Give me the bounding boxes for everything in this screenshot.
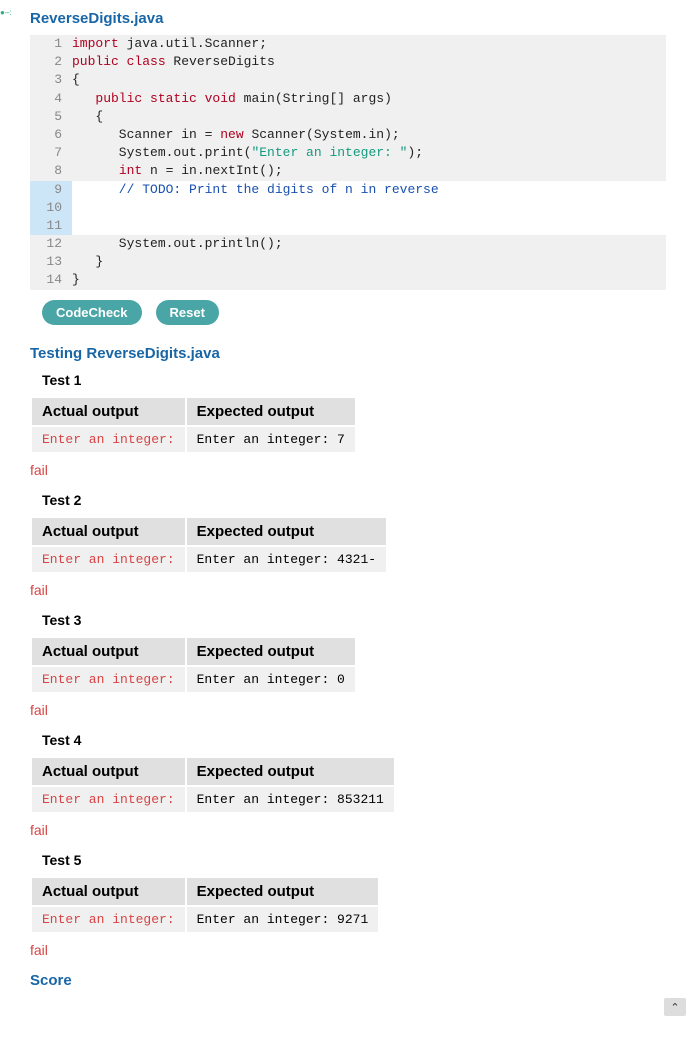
actual-output: Enter an integer: xyxy=(32,787,185,812)
expected-output: Enter an integer: 853211 xyxy=(187,787,394,812)
code-line[interactable]: 12 System.out.println(); xyxy=(30,235,666,253)
expected-output: Enter an integer: 7 xyxy=(187,427,355,452)
code-line[interactable]: 2public class ReverseDigits xyxy=(30,53,666,71)
button-row: CodeCheck Reset xyxy=(42,300,666,325)
line-number: 5 xyxy=(30,108,72,126)
line-number: 3 xyxy=(30,71,72,89)
actual-header: Actual output xyxy=(32,638,185,665)
line-number: 14 xyxy=(30,271,72,289)
code-text[interactable]: Scanner in = new Scanner(System.in); xyxy=(72,126,666,144)
test-output-table: Actual outputExpected outputEnter an int… xyxy=(30,636,357,694)
expected-header: Expected output xyxy=(187,518,386,545)
expected-header: Expected output xyxy=(187,758,394,785)
code-text[interactable]: public static void main(String[] args) xyxy=(72,90,666,108)
test-label: Test 5 xyxy=(42,852,666,868)
line-number: 4 xyxy=(30,90,72,108)
actual-header: Actual output xyxy=(32,878,185,905)
code-text[interactable] xyxy=(72,199,666,217)
code-line[interactable]: 5 { xyxy=(30,108,666,126)
codecheck-button[interactable]: CodeCheck xyxy=(42,300,142,325)
expected-output: Enter an integer: 9271 xyxy=(187,907,379,932)
test-label: Test 1 xyxy=(42,372,666,388)
code-line[interactable]: 9 // TODO: Print the digits of n in reve… xyxy=(30,181,666,199)
code-line[interactable]: 13 } xyxy=(30,253,666,271)
testing-title: Testing ReverseDigits.java xyxy=(30,345,666,362)
code-line[interactable]: 3{ xyxy=(30,71,666,89)
line-number: 6 xyxy=(30,126,72,144)
code-text[interactable]: // TODO: Print the digits of n in revers… xyxy=(72,181,666,199)
test-label: Test 2 xyxy=(42,492,666,508)
chevron-up-icon: ⌃ xyxy=(670,1001,679,1014)
expected-header: Expected output xyxy=(187,878,379,905)
code-line[interactable]: 10 xyxy=(30,199,666,217)
code-line[interactable]: 14} xyxy=(30,271,666,289)
code-text[interactable]: System.out.println(); xyxy=(72,235,666,253)
test-output-table: Actual outputExpected outputEnter an int… xyxy=(30,396,357,454)
line-number: 1 xyxy=(30,35,72,53)
expected-header: Expected output xyxy=(187,398,355,425)
test-label: Test 4 xyxy=(42,732,666,748)
line-number: 12 xyxy=(30,235,72,253)
code-editor[interactable]: 1import java.util.Scanner;2public class … xyxy=(30,35,666,290)
code-line[interactable]: 7 System.out.print("Enter an integer: ")… xyxy=(30,144,666,162)
code-text[interactable]: public class ReverseDigits xyxy=(72,53,666,71)
actual-output: Enter an integer: xyxy=(32,547,185,572)
file-title: ReverseDigits.java xyxy=(30,10,666,27)
code-text[interactable]: System.out.print("Enter an integer: "); xyxy=(72,144,666,162)
expected-output: Enter an integer: 0 xyxy=(187,667,355,692)
actual-output: Enter an integer: xyxy=(32,907,185,932)
code-line[interactable]: 1import java.util.Scanner; xyxy=(30,35,666,53)
line-number: 13 xyxy=(30,253,72,271)
actual-header: Actual output xyxy=(32,518,185,545)
test-result-fail: fail xyxy=(30,582,666,598)
test-result-fail: fail xyxy=(30,822,666,838)
code-line[interactable]: 6 Scanner in = new Scanner(System.in); xyxy=(30,126,666,144)
code-line[interactable]: 11 xyxy=(30,217,666,235)
tests-container: Test 1Actual outputExpected outputEnter … xyxy=(30,372,666,958)
test-output-table: Actual outputExpected outputEnter an int… xyxy=(30,756,396,814)
test-result-fail: fail xyxy=(30,462,666,478)
corner-decoration: ●–: xyxy=(0,8,12,17)
scroll-to-top-button[interactable]: ⌃ xyxy=(664,998,686,1016)
code-line[interactable]: 8 int n = in.nextInt(); xyxy=(30,162,666,180)
actual-header: Actual output xyxy=(32,758,185,785)
code-text[interactable]: import java.util.Scanner; xyxy=(72,35,666,53)
code-line[interactable]: 4 public static void main(String[] args) xyxy=(30,90,666,108)
test-result-fail: fail xyxy=(30,702,666,718)
code-text[interactable] xyxy=(72,217,666,235)
expected-header: Expected output xyxy=(187,638,355,665)
line-number: 8 xyxy=(30,162,72,180)
line-number: 10 xyxy=(30,199,72,217)
expected-output: Enter an integer: 4321- xyxy=(187,547,386,572)
line-number: 7 xyxy=(30,144,72,162)
test-output-table: Actual outputExpected outputEnter an int… xyxy=(30,876,380,934)
code-text[interactable]: { xyxy=(72,71,666,89)
actual-output: Enter an integer: xyxy=(32,667,185,692)
code-text[interactable]: { xyxy=(72,108,666,126)
code-text[interactable]: } xyxy=(72,271,666,289)
code-text[interactable]: int n = in.nextInt(); xyxy=(72,162,666,180)
line-number: 11 xyxy=(30,217,72,235)
actual-output: Enter an integer: xyxy=(32,427,185,452)
score-title: Score xyxy=(30,972,666,989)
code-text[interactable]: } xyxy=(72,253,666,271)
line-number: 2 xyxy=(30,53,72,71)
actual-header: Actual output xyxy=(32,398,185,425)
test-label: Test 3 xyxy=(42,612,666,628)
test-result-fail: fail xyxy=(30,942,666,958)
line-number: 9 xyxy=(30,181,72,199)
test-output-table: Actual outputExpected outputEnter an int… xyxy=(30,516,388,574)
reset-button[interactable]: Reset xyxy=(156,300,219,325)
